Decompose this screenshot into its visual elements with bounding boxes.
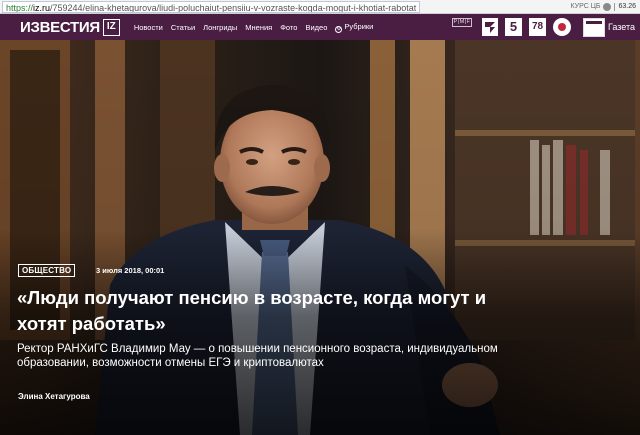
gramophone-channel-icon[interactable] [482, 18, 498, 36]
site-logo[interactable]: ИЗВЕСТИЯ IZ [20, 18, 120, 36]
newspaper-label: Газета [608, 22, 636, 32]
nav-news[interactable]: Новости [134, 23, 163, 32]
nav-photo[interactable]: Фото [280, 23, 297, 32]
currency-icon [603, 3, 612, 11]
article-lead: Ректор РАНХиГС Владимир Мау — о повышени… [17, 342, 640, 370]
main-nav: Новости Статьи Лонгриды Мнения Фото Виде… [134, 22, 373, 33]
newspaper-link[interactable]: Газета [583, 17, 635, 37]
currency-value: 63.26 [618, 3, 636, 10]
article-hero: ОБЩЕСТВО 3 июля 2018, 00:01 «Люди получа… [0, 40, 640, 435]
title-line-1: «Люди получают пенсию в возрасте, когда … [17, 287, 487, 308]
channel-red-dot-icon[interactable] [553, 18, 571, 36]
logo-text: ИЗВЕСТИЯ [20, 18, 100, 36]
rubric-badge[interactable]: ОБЩЕСТВО [18, 264, 76, 277]
publish-date: 3 июля 2018, 00:01 [96, 266, 165, 275]
url-field[interactable]: https://iz.ru/759244/elina-khetagurova/l… [2, 1, 421, 13]
lead-line-1: Ректор РАНХиГС Владимир Мау — о повышени… [17, 343, 498, 355]
currency-widget: КУРС ЦБ 63.26 [570, 1, 636, 13]
nav-opinions[interactable]: Мнения [245, 23, 272, 32]
page-title: «Люди получают пенсию в возрасте, когда … [17, 285, 617, 337]
newspaper-thumbnail-icon [583, 17, 605, 37]
nav-rubrics-label: Рубрики [344, 21, 374, 31]
divider [614, 3, 616, 11]
logo-badge: IZ [102, 18, 120, 36]
author-name[interactable]: Элина Хетагурова [18, 392, 90, 401]
gear-icon: ⚙ [335, 25, 343, 33]
partners-logo[interactable]: Р|M|F [452, 18, 472, 27]
lead-line-2: образовании, возможности отмены ЕГЭ и кр… [17, 357, 324, 369]
channel-5-icon[interactable]: 5 [505, 18, 522, 36]
channel-78-icon[interactable]: 78 [529, 18, 546, 36]
url-host: iz.ru [33, 3, 51, 13]
url-scheme: https:// [6, 3, 34, 13]
nav-video[interactable]: Видео [305, 23, 327, 32]
browser-address-bar: https://iz.ru/759244/elina-khetagurova/l… [0, 0, 640, 14]
currency-label: КУРС ЦБ [570, 3, 601, 10]
url-path: /759244/elina-khetagurova/liudi-poluchai… [50, 3, 417, 13]
nav-articles[interactable]: Статьи [171, 23, 195, 32]
nav-rubrics[interactable]: ⚙ Рубрики [335, 22, 373, 33]
nav-longreads[interactable]: Лонгриды [203, 23, 237, 32]
title-line-2: хотят работать» [17, 313, 166, 334]
